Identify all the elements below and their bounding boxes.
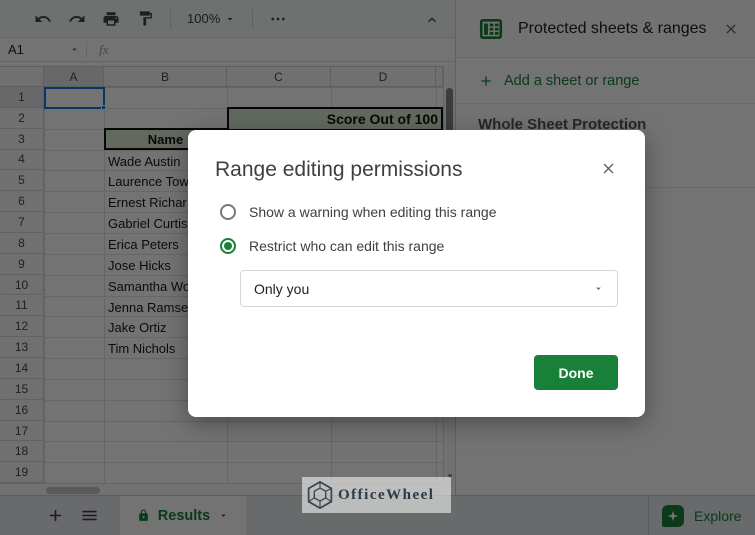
radio-unchecked-icon[interactable]: [220, 204, 236, 220]
watermark-text: OfficeWheel: [338, 486, 435, 503]
radio-checked-icon[interactable]: [220, 238, 236, 254]
officewheel-watermark: OfficeWheel: [302, 477, 451, 513]
range-editing-permissions-dialog: Range editing permissions Show a warning…: [188, 130, 645, 417]
done-button[interactable]: Done: [534, 355, 618, 390]
editors-dropdown-value: Only you: [254, 280, 310, 297]
option-show-warning-label: Show a warning when editing this range: [249, 204, 497, 220]
option-show-warning[interactable]: Show a warning when editing this range: [220, 204, 497, 220]
editors-dropdown[interactable]: Only you: [240, 270, 618, 307]
option-restrict-edit-label: Restrict who can edit this range: [249, 238, 445, 254]
dialog-close-icon[interactable]: [600, 160, 617, 177]
hexagon-logo-icon: [307, 480, 333, 510]
option-restrict-edit[interactable]: Restrict who can edit this range: [220, 238, 444, 254]
chevron-down-icon: [596, 287, 601, 290]
dialog-title: Range editing permissions: [215, 158, 463, 181]
